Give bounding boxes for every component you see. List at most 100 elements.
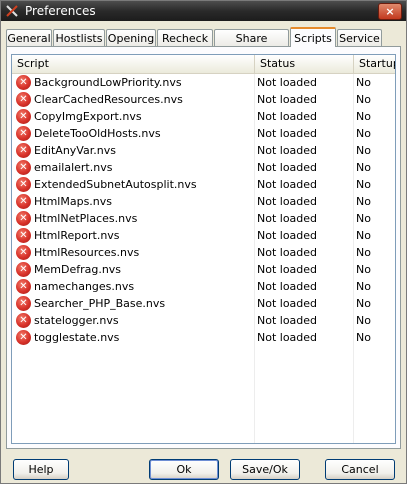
script-startup: No xyxy=(356,229,371,242)
script-status: Not loaded xyxy=(257,178,318,191)
tab-service[interactable]: Service xyxy=(337,29,382,46)
script-name: HtmlReport.nvs xyxy=(34,229,120,242)
list-item[interactable]: ✕ HtmlResources.nvs Not loaded No xyxy=(12,244,395,261)
window-title: Preferences xyxy=(25,4,96,18)
column-header-script[interactable]: Script xyxy=(12,55,255,73)
script-name: HtmlMaps.nvs xyxy=(34,195,113,208)
ok-button[interactable]: Ok xyxy=(149,459,219,480)
script-startup: No xyxy=(356,110,371,123)
list-item[interactable]: ✕ EditAnyVar.nvs Not loaded No xyxy=(12,142,395,159)
script-name: HtmlNetPlaces.nvs xyxy=(34,212,138,225)
script-status: Not loaded xyxy=(257,314,318,327)
column-header-status[interactable]: Status xyxy=(255,55,354,73)
list-item[interactable]: ✕ ClearCachedResources.nvs Not loaded No xyxy=(12,91,395,108)
script-status: Not loaded xyxy=(257,246,318,259)
scripts-panel: Script Status Startup ✕ BackgroundLowPrio… xyxy=(6,46,401,449)
error-x-icon: ✕ xyxy=(16,313,31,328)
list-item[interactable]: ✕ statelogger.nvs Not loaded No xyxy=(12,312,395,329)
list-item[interactable]: ✕ HtmlNetPlaces.nvs Not loaded No xyxy=(12,210,395,227)
script-name: togglestate.nvs xyxy=(34,331,120,344)
script-name: ClearCachedResources.nvs xyxy=(34,93,183,106)
list-item[interactable]: ✕ HtmlReport.nvs Not loaded No xyxy=(12,227,395,244)
tab-scripts[interactable]: Scripts xyxy=(290,27,336,47)
error-x-icon: ✕ xyxy=(16,296,31,311)
list-item[interactable]: ✕ togglestate.nvs Not loaded No xyxy=(12,329,395,346)
script-status: Not loaded xyxy=(257,161,318,174)
tools-icon xyxy=(6,5,18,17)
error-x-icon: ✕ xyxy=(16,330,31,345)
list-item[interactable]: ✕ MemDefrag.nvs Not loaded No xyxy=(12,261,395,278)
tab-share-images[interactable]: Share images xyxy=(214,29,289,62)
list-item[interactable]: ✕ HtmlMaps.nvs Not loaded No xyxy=(12,193,395,210)
error-x-icon: ✕ xyxy=(16,211,31,226)
error-x-icon: ✕ xyxy=(16,92,31,107)
list-item[interactable]: ✕ Searcher_PHP_Base.nvs Not loaded No xyxy=(12,295,395,312)
script-startup: No xyxy=(356,195,371,208)
tab-opening[interactable]: Opening xyxy=(106,29,156,46)
script-name: DeleteTooOldHosts.nvs xyxy=(34,127,161,140)
script-startup: No xyxy=(356,178,371,191)
script-startup: No xyxy=(356,331,371,344)
column-header-startup[interactable]: Startup xyxy=(354,55,395,73)
script-startup: No xyxy=(356,280,371,293)
script-name: BackgroundLowPriority.nvs xyxy=(34,76,182,89)
script-status: Not loaded xyxy=(257,93,318,106)
script-name: CopyImgExport.nvs xyxy=(34,110,142,123)
script-startup: No xyxy=(356,246,371,259)
script-status: Not loaded xyxy=(257,229,318,242)
list-item[interactable]: ✕ BackgroundLowPriority.nvs Not loaded No xyxy=(12,74,395,91)
script-startup: No xyxy=(356,212,371,225)
save-ok-button[interactable]: Save/Ok xyxy=(230,459,300,480)
script-name: statelogger.nvs xyxy=(34,314,119,327)
tab-general[interactable]: General xyxy=(6,29,52,46)
script-status: Not loaded xyxy=(257,127,318,140)
close-button[interactable]: × xyxy=(378,3,402,20)
error-x-icon: ✕ xyxy=(16,194,31,209)
script-status: Not loaded xyxy=(257,76,318,89)
script-name: Searcher_PHP_Base.nvs xyxy=(34,297,166,310)
tab-bar: General Hostlists Opening Recheck Share … xyxy=(6,27,401,62)
script-status: Not loaded xyxy=(257,297,318,310)
error-x-icon: ✕ xyxy=(16,143,31,158)
script-startup: No xyxy=(356,263,371,276)
script-status: Not loaded xyxy=(257,263,318,276)
script-status: Not loaded xyxy=(257,195,318,208)
script-status: Not loaded xyxy=(257,331,318,344)
cancel-button[interactable]: Cancel xyxy=(325,459,395,480)
error-x-icon: ✕ xyxy=(16,109,31,124)
script-startup: No xyxy=(356,76,371,89)
script-status: Not loaded xyxy=(257,110,318,123)
list-item[interactable]: ✕ ExtendedSubnetAutosplit.nvs Not loaded No xyxy=(12,176,395,193)
title-bar[interactable]: Preferences × xyxy=(1,1,406,21)
script-name: HtmlResources.nvs xyxy=(34,246,140,259)
scripts-list[interactable]: Script Status Startup ✕ BackgroundLowPrio… xyxy=(11,54,396,444)
script-startup: No xyxy=(356,314,371,327)
error-x-icon: ✕ xyxy=(16,228,31,243)
list-item[interactable]: ✕ CopyImgExport.nvs Not loaded No xyxy=(12,108,395,125)
script-name: EditAnyVar.nvs xyxy=(34,144,116,157)
script-name: MemDefrag.nvs xyxy=(34,263,122,276)
script-startup: No xyxy=(356,93,371,106)
error-x-icon: ✕ xyxy=(16,160,31,175)
script-status: Not loaded xyxy=(257,280,318,293)
error-x-icon: ✕ xyxy=(16,126,31,141)
tab-hostlists[interactable]: Hostlists xyxy=(53,29,105,46)
script-startup: No xyxy=(356,127,371,140)
script-name: namechanges.nvs xyxy=(34,280,135,293)
script-startup: No xyxy=(356,144,371,157)
list-item[interactable]: ✕ namechanges.nvs Not loaded No xyxy=(12,278,395,295)
script-status: Not loaded xyxy=(257,212,318,225)
error-x-icon: ✕ xyxy=(16,177,31,192)
list-item[interactable]: ✕ emailalert.nvs Not loaded No xyxy=(12,159,395,176)
help-button[interactable]: Help xyxy=(13,459,69,480)
error-x-icon: ✕ xyxy=(16,245,31,260)
script-status: Not loaded xyxy=(257,144,318,157)
error-x-icon: ✕ xyxy=(16,262,31,277)
preferences-window: Preferences × General Hostlists Opening … xyxy=(0,0,407,484)
list-item[interactable]: ✕ DeleteTooOldHosts.nvs Not loaded No xyxy=(12,125,395,142)
list-rows: ✕ BackgroundLowPriority.nvs Not loaded No ✕ C… xyxy=(12,74,395,443)
tab-recheck[interactable]: Recheck xyxy=(157,29,213,46)
script-startup: No xyxy=(356,297,371,310)
error-x-icon: ✕ xyxy=(16,279,31,294)
script-startup: No xyxy=(356,161,371,174)
